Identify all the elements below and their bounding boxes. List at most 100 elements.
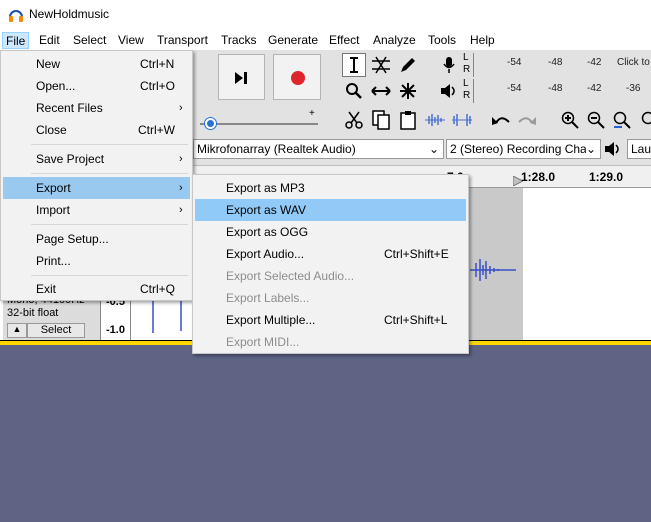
menu-select[interactable]: Select	[70, 32, 109, 49]
meter-tick: -48	[548, 83, 563, 94]
record-button[interactable]	[273, 54, 321, 100]
copy-icon	[372, 110, 390, 130]
menu-separator	[31, 275, 188, 276]
asterisk-icon	[400, 83, 416, 99]
meter-tick: -54	[507, 57, 522, 68]
meter-tick: -36	[626, 83, 641, 94]
zoom-in-button[interactable]	[558, 108, 582, 132]
selection-tool-button[interactable]	[342, 53, 366, 77]
meter-tick: -42	[587, 83, 602, 94]
silence-audio-icon	[452, 114, 472, 126]
export-as-mp3[interactable]: Export as MP3	[195, 177, 466, 199]
recording-channels-select[interactable]: 2 (Stereo) Recording Chai ⌄	[446, 139, 601, 159]
silence-button[interactable]	[450, 108, 474, 132]
menu-transport[interactable]: Transport	[154, 32, 211, 49]
menu-edit[interactable]: Edit	[36, 32, 63, 49]
pencil-icon	[401, 58, 415, 72]
menu-analyze[interactable]: Analyze	[370, 32, 419, 49]
speaker-icon	[441, 84, 455, 98]
record-meter[interactable]: -54 -48 -42 Click to	[473, 53, 651, 77]
meter-tick: -54	[507, 83, 522, 94]
trim-button[interactable]	[423, 108, 447, 132]
paste-button[interactable]	[396, 108, 420, 132]
record-meter-button[interactable]	[437, 53, 461, 77]
chevron-right-icon: ›	[179, 204, 183, 216]
envelope-icon	[372, 56, 390, 74]
time-shift-tool-button[interactable]	[369, 79, 393, 103]
select-track-button[interactable]: Select	[27, 323, 85, 338]
playback-volume-slider[interactable]	[200, 123, 318, 125]
menu-separator	[31, 144, 188, 145]
meter-tick: -42	[587, 57, 602, 68]
export-as-wav[interactable]: Export as WAV	[195, 199, 466, 221]
menu-separator	[31, 173, 188, 174]
title-bar: NewHoldmusic	[0, 0, 651, 30]
chevron-right-icon: ›	[179, 182, 183, 194]
envelope-tool-button[interactable]	[369, 53, 393, 77]
export-as-ogg[interactable]: Export as OGG	[195, 221, 466, 243]
menu-effect[interactable]: Effect	[326, 32, 362, 49]
file-menu-print[interactable]: Print...	[3, 250, 190, 272]
menu-file[interactable]: File	[2, 32, 30, 49]
playback-device-value: Laut	[631, 142, 651, 156]
file-menu-open[interactable]: Open... Ctrl+O	[3, 75, 190, 97]
file-menu-exit[interactable]: Exit Ctrl+Q	[3, 278, 190, 300]
file-menu-recent-files[interactable]: Recent Files ›	[3, 97, 190, 119]
menu-tracks[interactable]: Tracks	[218, 32, 260, 49]
menu-bar: File Edit Select View Transport Tracks G…	[0, 30, 651, 50]
headphones-icon	[9, 10, 23, 22]
chevron-right-icon: ›	[179, 102, 183, 114]
scissors-icon	[345, 111, 363, 129]
playback-device-select[interactable]: Laut	[627, 139, 651, 159]
timeline-label: 1:29.0	[589, 170, 624, 184]
copy-button[interactable]	[369, 108, 393, 132]
undo-icon	[492, 117, 510, 125]
fit-project-button[interactable]	[636, 108, 651, 132]
slider-plus-icon: +	[309, 108, 315, 119]
undo-button[interactable]	[489, 108, 513, 132]
chevron-down-icon: ⌄	[428, 142, 439, 156]
file-menu-save-project[interactable]: Save Project ›	[3, 148, 190, 170]
multi-tool-button[interactable]	[396, 79, 420, 103]
fit-project-icon	[641, 111, 651, 125]
playback-meter[interactable]: -54 -48 -42 -36	[473, 79, 651, 103]
meter-left-label: L	[463, 52, 469, 63]
redo-button[interactable]	[515, 108, 539, 132]
file-menu-new[interactable]: New Ctrl+N	[3, 53, 190, 75]
export-multiple[interactable]: Export Multiple... Ctrl+Shift+L	[195, 309, 466, 331]
menu-help[interactable]: Help	[467, 32, 498, 49]
window-title: NewHoldmusic	[29, 7, 110, 21]
menu-tools[interactable]: Tools	[425, 32, 459, 49]
collapse-track-button[interactable]: ▲	[7, 323, 27, 338]
trim-audio-icon	[425, 114, 445, 126]
file-menu-export[interactable]: Export ›	[3, 177, 190, 199]
zoom-tool-button[interactable]	[342, 79, 366, 103]
chevron-down-icon: ⌄	[585, 140, 596, 158]
meter-hint: Click to	[617, 57, 650, 68]
file-menu-import[interactable]: Import ›	[3, 199, 190, 221]
meter-tick: -48	[548, 57, 563, 68]
zoom-out-button[interactable]	[584, 108, 608, 132]
draw-tool-button[interactable]	[396, 53, 420, 77]
microphone-icon	[443, 57, 455, 73]
meter-right-label: R	[463, 90, 471, 101]
file-menu-page-setup[interactable]: Page Setup...	[3, 228, 190, 250]
slider-thumb[interactable]	[205, 118, 216, 129]
export-submenu: Export as MP3 Export as WAV Export as OG…	[192, 174, 469, 354]
meter-left-label: L	[463, 78, 469, 89]
skip-end-button[interactable]	[218, 54, 265, 100]
redo-icon	[518, 117, 536, 125]
playback-meter-button[interactable]	[437, 79, 461, 103]
menu-view[interactable]: View	[115, 32, 147, 49]
zoom-in-icon	[561, 111, 579, 129]
recording-device-select[interactable]: Mikrofonarray (Realtek Audio) ⌄	[193, 139, 444, 159]
cut-button[interactable]	[342, 108, 366, 132]
timeline-label: 1:28.0	[521, 170, 556, 184]
output-speaker-icon	[604, 140, 624, 158]
menu-generate[interactable]: Generate	[265, 32, 321, 49]
chevron-right-icon: ›	[179, 153, 183, 165]
i-beam-icon	[350, 57, 358, 73]
fit-selection-button[interactable]	[610, 108, 634, 132]
file-menu-close[interactable]: Close Ctrl+W	[3, 119, 190, 141]
export-audio[interactable]: Export Audio... Ctrl+Shift+E	[195, 243, 466, 265]
